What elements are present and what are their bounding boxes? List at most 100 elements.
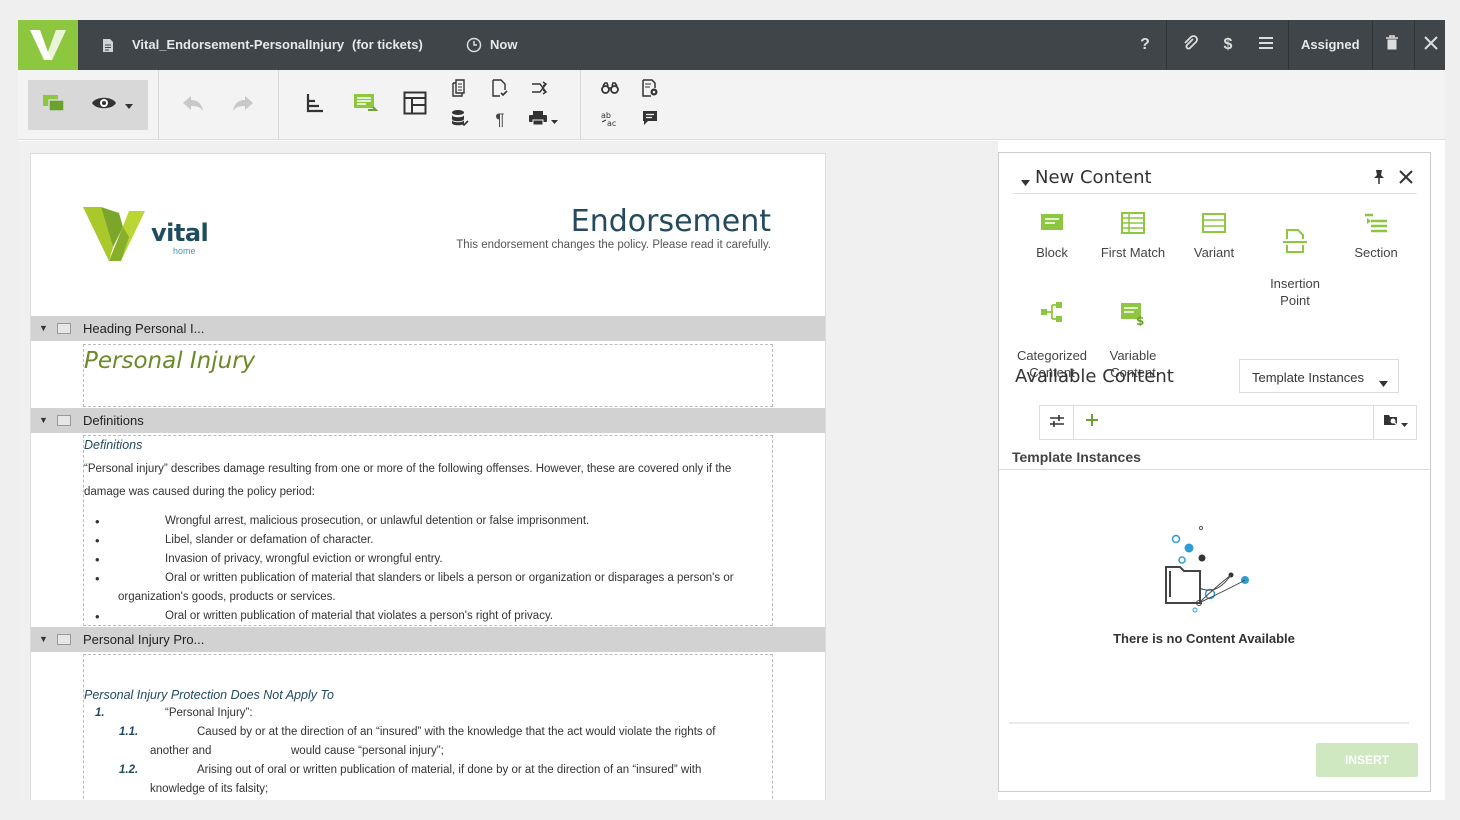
spellcheck-button[interactable]: ab ac <box>598 110 622 130</box>
tree-icon <box>305 93 325 118</box>
attachment-button[interactable] <box>1171 20 1209 70</box>
heading-text: Personal Injury <box>84 348 256 374</box>
layers-button[interactable] <box>34 90 74 120</box>
definitions-paragraph-line1: “Personal injury” describes damage resul… <box>84 463 732 475</box>
menu-button[interactable] <box>1247 20 1285 70</box>
preview-dropdown-button[interactable] <box>84 90 140 120</box>
layout-button[interactable] <box>398 91 432 120</box>
block-icon <box>57 415 71 426</box>
content-type-insertion-point[interactable]: Insertion Point <box>1255 211 1335 309</box>
block-icon <box>57 634 71 645</box>
find-button[interactable] <box>598 80 622 100</box>
collapse-triangle-icon[interactable]: ▼ <box>39 408 48 433</box>
item-text: another and <box>150 745 212 757</box>
insert-button[interactable]: INSERT <box>1316 743 1418 777</box>
document-page: vital home Endorsement This endorsement … <box>30 153 826 800</box>
bullet-item: Oral or written publication of material … <box>165 572 734 584</box>
document-area: vital home Endorsement This endorsement … <box>18 141 998 800</box>
data-check-button[interactable] <box>448 109 472 130</box>
filter-button[interactable] <box>1040 406 1074 439</box>
divider <box>1414 20 1415 70</box>
template-instances-dropdown[interactable]: Template Instances <box>1239 359 1399 393</box>
search-bar <box>1039 405 1417 440</box>
bullet-dot: • <box>95 609 100 624</box>
time-label[interactable]: Now <box>490 20 517 70</box>
print-button[interactable] <box>526 110 560 130</box>
item-text: “Personal Injury”: <box>165 707 253 719</box>
content-type-variant[interactable]: Variant <box>1174 211 1254 260</box>
categorized-content-icon <box>1012 300 1092 326</box>
delete-button[interactable] <box>1373 20 1411 70</box>
document-settings-button[interactable] <box>638 78 662 100</box>
content-type-block[interactable]: Block <box>1012 211 1092 260</box>
document-subtitle: This endorsement changes the policy. Ple… <box>456 239 771 251</box>
browse-folder-button[interactable] <box>1373 406 1416 439</box>
copy-document-button[interactable] <box>448 78 472 100</box>
help-button[interactable]: ? <box>1126 20 1164 70</box>
divider <box>999 469 1430 470</box>
redo-button[interactable] <box>228 92 258 118</box>
spellcheck-icon: ab ac <box>601 111 619 129</box>
structure-button[interactable] <box>300 92 330 118</box>
section-header-heading[interactable]: ▼ Heading Personal I... <box>31 316 825 341</box>
panel-title: New Content <box>1035 167 1152 188</box>
pin-icon <box>1373 170 1385 189</box>
logo-sub: home <box>173 246 196 256</box>
document-icon <box>102 38 114 58</box>
undo-button[interactable] <box>178 92 208 118</box>
divider <box>1009 722 1409 724</box>
caret-down-icon <box>125 96 133 114</box>
compare-button[interactable] <box>528 80 552 100</box>
definitions-block[interactable]: Definitions “Personal injury” describes … <box>83 435 773 626</box>
pilcrow-icon: ¶ <box>495 110 505 129</box>
eye-icon <box>91 95 117 116</box>
collapse-triangle-icon[interactable]: ▼ <box>39 316 48 341</box>
redo-icon <box>231 94 255 117</box>
divider <box>1166 20 1167 70</box>
add-button[interactable] <box>1078 406 1106 439</box>
svg-text:$: $ <box>1136 314 1144 326</box>
close-button[interactable] <box>1416 20 1446 70</box>
folder-search-icon <box>1383 413 1399 432</box>
item-text: knowledge of its falsity; <box>150 783 269 795</box>
panel-close-button[interactable] <box>1399 170 1413 189</box>
content-type-section[interactable]: Section <box>1336 211 1416 260</box>
document-approve-button[interactable] <box>488 78 512 102</box>
vital-logo: vital home <box>83 207 213 263</box>
layout-icon <box>403 91 427 120</box>
close-icon <box>1424 35 1438 55</box>
pricing-button[interactable]: $ <box>1209 20 1247 70</box>
hamburger-icon <box>1258 36 1274 55</box>
document-check-icon <box>491 78 509 102</box>
close-icon <box>1399 170 1413 188</box>
pin-button[interactable] <box>1373 169 1385 190</box>
collapse-caret-icon[interactable] <box>1021 173 1030 191</box>
collapse-triangle-icon[interactable]: ▼ <box>39 627 48 652</box>
status-label[interactable]: Assigned <box>1301 20 1360 70</box>
comments-button[interactable] <box>638 110 662 130</box>
protection-block[interactable]: Personal Injury Protection Does Not Appl… <box>83 654 773 800</box>
item-text: Caused by or at the direction of an “ins… <box>197 726 716 738</box>
app-window: Vital_Endorsement-PersonalInjury (for ti… <box>18 20 1445 800</box>
bullet-item: Oral or written publication of material … <box>165 610 554 622</box>
section-header-protection[interactable]: ▼ Personal Injury Pro... <box>31 627 825 652</box>
app-logo[interactable] <box>18 20 78 70</box>
item-text: would cause “personal injury”; <box>291 745 444 757</box>
heading-block[interactable]: Personal Injury <box>83 344 773 407</box>
layers-icon <box>41 93 67 118</box>
first-match-icon <box>1093 211 1173 237</box>
paragraph-marks-button[interactable]: ¶ <box>488 110 512 130</box>
block-icon <box>1012 211 1092 237</box>
definitions-title: Definitions <box>84 438 143 452</box>
content-type-first-match[interactable]: First Match <box>1093 211 1173 260</box>
caret-down-icon <box>551 111 558 129</box>
content-swap-button[interactable] <box>348 92 382 118</box>
bullet-dot: • <box>95 552 100 567</box>
binoculars-icon <box>601 81 619 99</box>
divider <box>1288 20 1289 70</box>
new-content-panel: New Content Block First Match Variant In… <box>998 152 1431 792</box>
insertion-point-icon <box>1255 228 1335 254</box>
bullet-dot: • <box>95 571 100 586</box>
section-label: Definitions <box>83 413 144 428</box>
section-header-definitions[interactable]: ▼ Definitions <box>31 408 825 433</box>
